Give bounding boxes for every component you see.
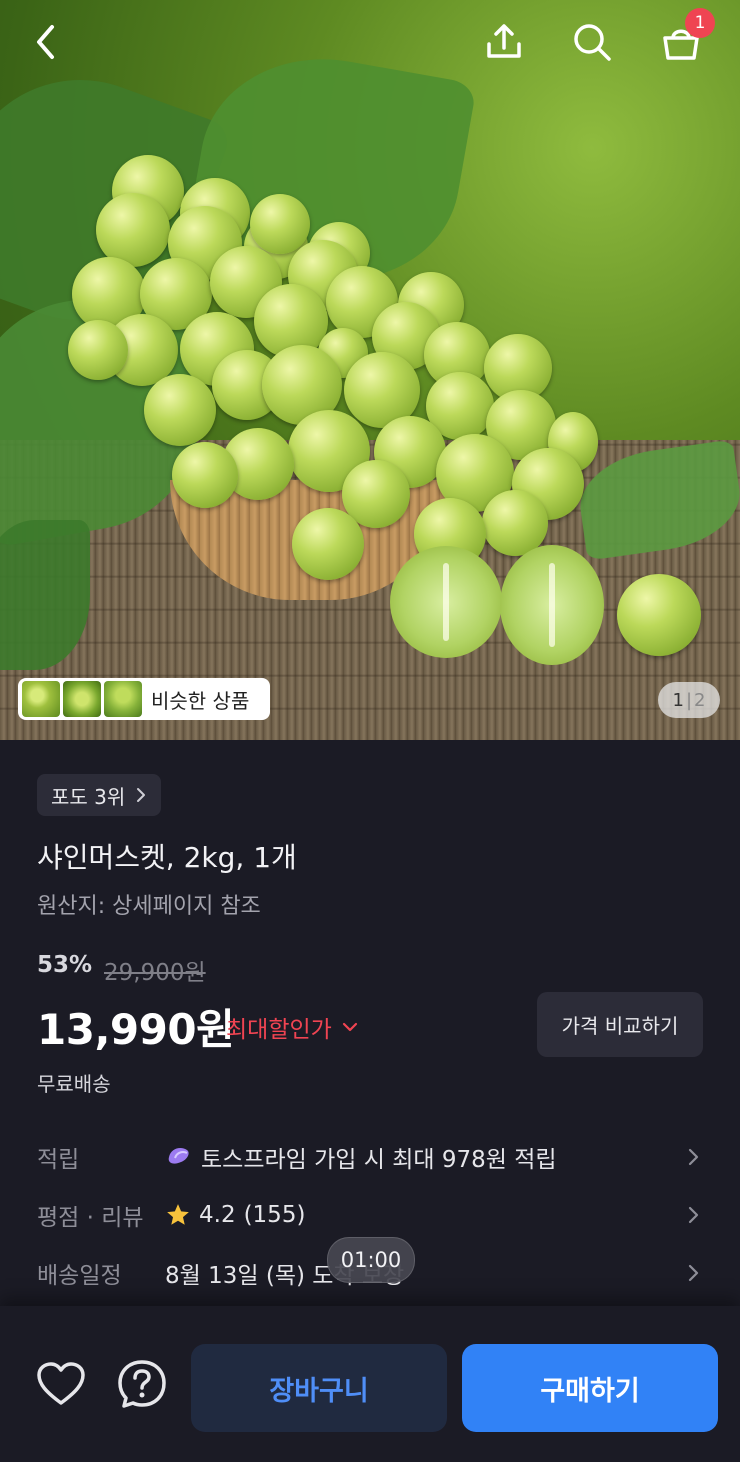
image-pager: 1 | 2 — [658, 682, 720, 718]
page-current: 1 — [672, 689, 684, 711]
similar-products-button[interactable]: 비슷한 상품 — [18, 678, 270, 720]
discount-rate: 53% — [37, 952, 93, 978]
similar-thumbnail — [104, 681, 142, 717]
chevron-right-icon — [688, 1264, 699, 1282]
similar-thumbnail — [63, 681, 101, 717]
grape — [172, 442, 238, 508]
buy-now-button[interactable]: 구매하기 — [462, 1344, 718, 1432]
grape-half — [500, 545, 604, 665]
max-discount-label: 최대할인가 — [226, 1017, 332, 1043]
heart-icon — [37, 1362, 85, 1405]
grape — [144, 374, 216, 446]
search-button[interactable] — [568, 18, 616, 66]
grape-half — [390, 546, 502, 658]
product-origin: 원산지: 상세페이지 참조 — [37, 894, 261, 919]
cart-count-badge: 1 — [685, 8, 715, 38]
sale-price: 13,990원 — [37, 1005, 235, 1054]
chevron-right-icon — [688, 1206, 699, 1224]
product-title: 샤인머스켓, 2kg, 1개 — [37, 841, 297, 874]
shipping-info: 무료배송 — [37, 1072, 111, 1096]
page-total: 2 — [694, 689, 706, 711]
review-count: (155) — [243, 1202, 306, 1228]
share-button[interactable] — [480, 18, 528, 66]
rating-value: 4.2 — [199, 1202, 236, 1228]
similar-thumbnail — [22, 681, 60, 717]
chevron-down-icon — [342, 1022, 357, 1032]
grape — [292, 508, 364, 580]
chevron-left-icon — [37, 25, 54, 59]
similar-products-label: 비슷한 상품 — [151, 688, 250, 713]
chevron-right-icon — [688, 1148, 699, 1166]
chevron-right-icon — [137, 788, 146, 802]
countdown-timer: 01:00 — [327, 1237, 415, 1283]
points-row[interactable]: 적립 토스프라임 가입 시 최대 978원 적립 — [37, 1137, 703, 1177]
points-key: 적립 — [37, 1147, 80, 1173]
rank-chip[interactable]: 포도 3위 — [37, 774, 162, 816]
max-discount-toggle[interactable]: 최대할인가 — [226, 1010, 358, 1044]
rank-chip-label: 포도 3위 — [51, 784, 126, 809]
wishlist-button[interactable] — [35, 1358, 87, 1410]
original-price: 29,900원 — [104, 960, 206, 986]
product-image[interactable] — [0, 0, 740, 740]
grape — [250, 194, 310, 254]
page-separator: | — [685, 689, 693, 711]
grape — [68, 320, 128, 380]
delivery-value: 8월 13일 (목) 도착 보장 — [165, 1263, 405, 1289]
price-compare-button[interactable]: 가격 비교하기 — [537, 992, 703, 1057]
help-button[interactable] — [116, 1358, 168, 1410]
rating-key: 평점 · 리뷰 — [37, 1205, 144, 1231]
toss-prime-icon — [168, 1148, 189, 1164]
rating-row[interactable]: 평점 · 리뷰 4.2 (155) — [37, 1195, 703, 1235]
grape — [96, 193, 170, 267]
question-icon — [118, 1360, 166, 1408]
add-to-cart-button[interactable]: 장바구니 — [191, 1344, 447, 1432]
search-icon — [574, 24, 611, 61]
back-button[interactable] — [22, 18, 70, 66]
share-icon — [487, 24, 521, 58]
star-icon — [167, 1204, 189, 1225]
points-value: 토스프라임 가입 시 최대 978원 적립 — [201, 1147, 557, 1173]
delivery-key: 배송일정 — [37, 1263, 122, 1289]
grape — [617, 574, 701, 656]
